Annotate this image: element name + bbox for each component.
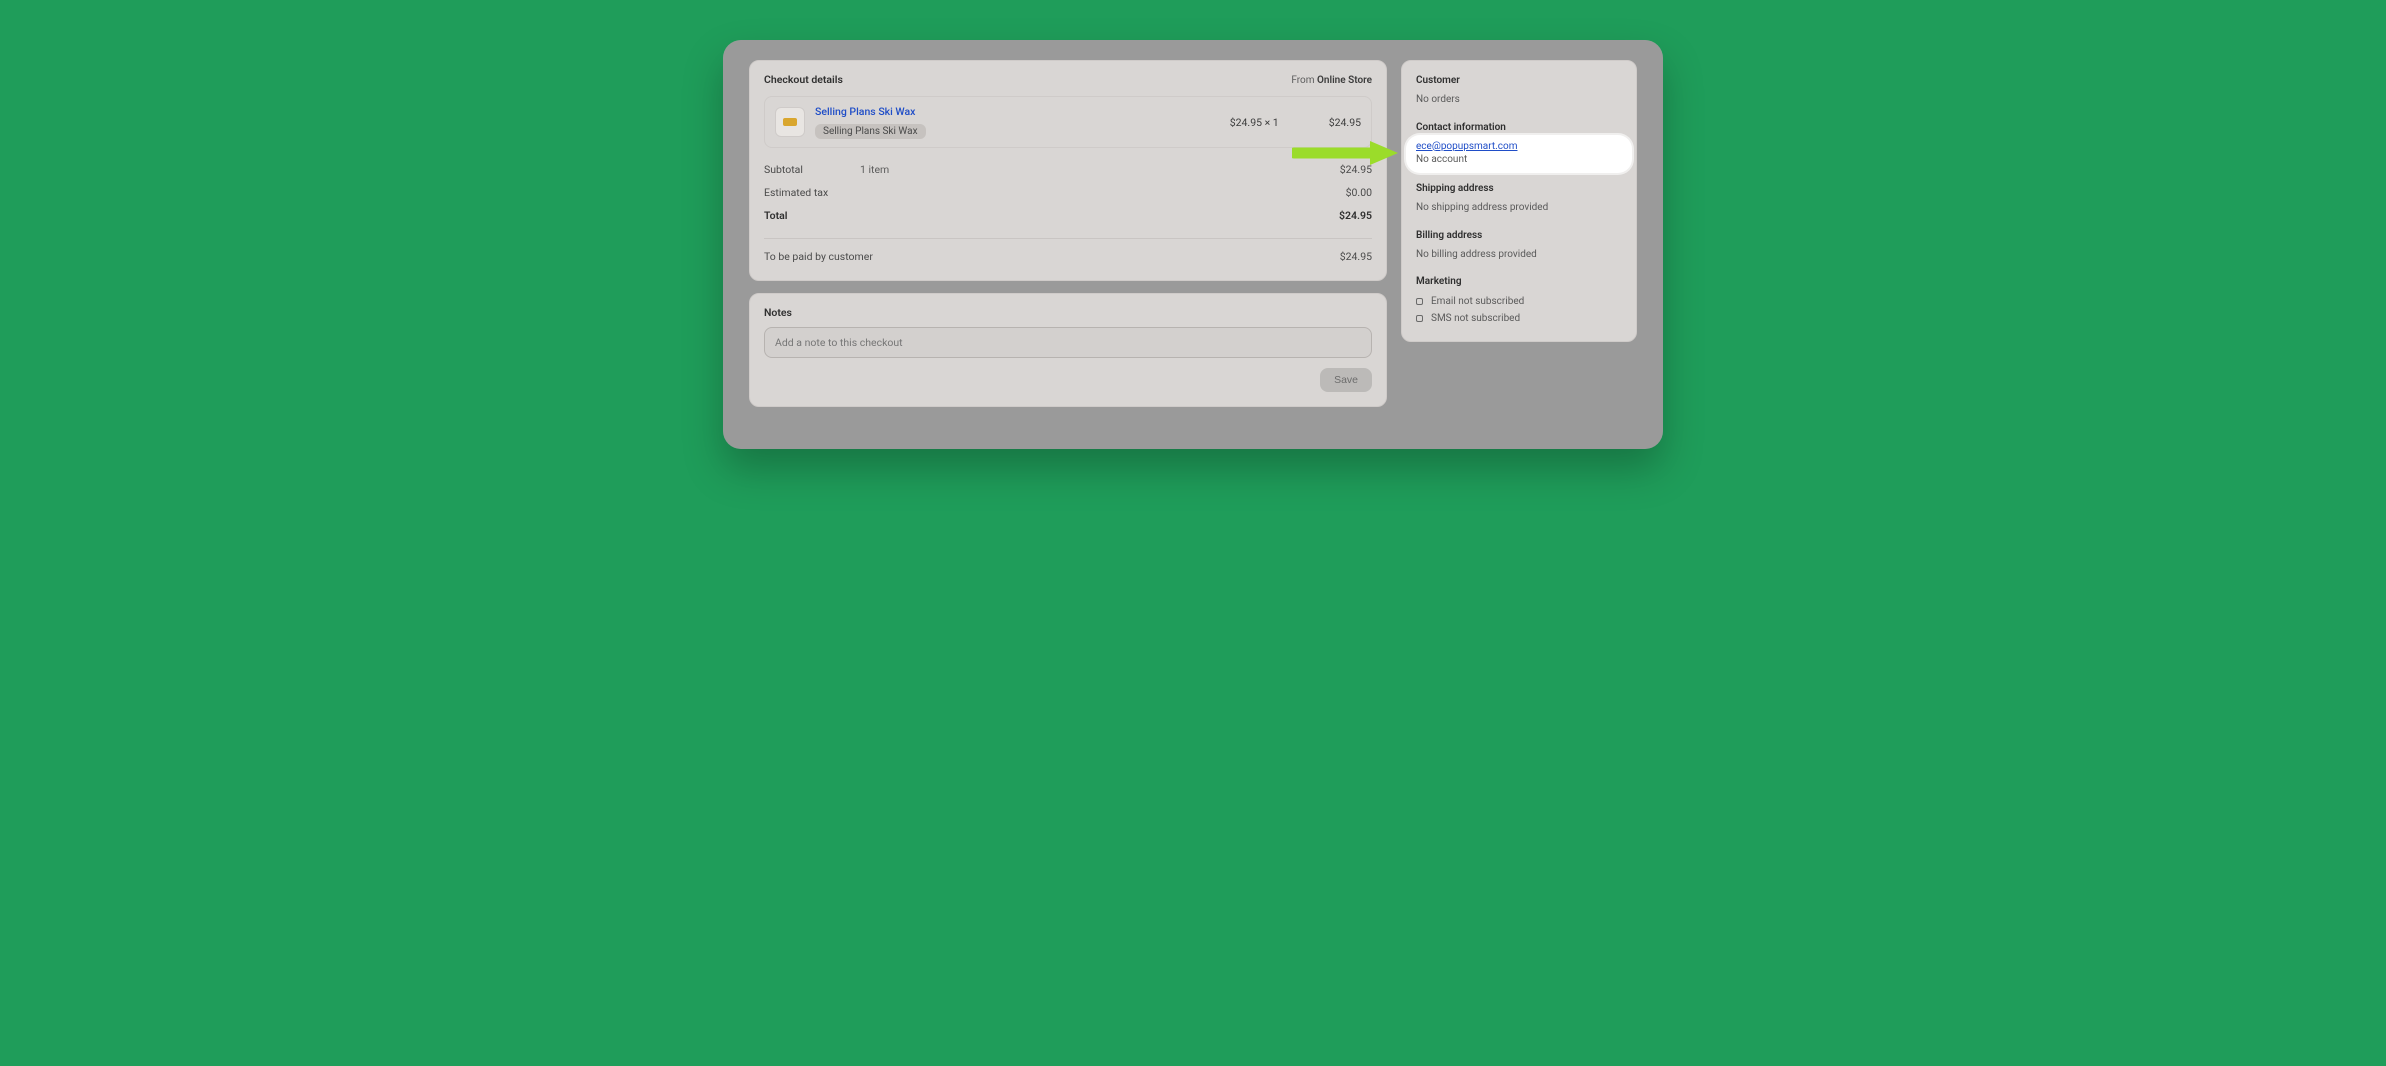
- contact-heading: Contact information: [1416, 122, 1622, 133]
- total-row: Total $24.95: [764, 204, 1372, 234]
- customer-card: Customer No orders Contact information e…: [1401, 60, 1637, 342]
- marketing-heading: Marketing: [1416, 276, 1622, 287]
- customer-orders: No orders: [1416, 92, 1622, 108]
- marketing-sms-text: SMS not subscribed: [1431, 310, 1520, 327]
- marketing-section: Marketing Email not subscribed SMS not s…: [1416, 276, 1622, 327]
- tax-label: Estimated tax: [764, 186, 860, 199]
- checkout-details-title: Checkout details: [764, 73, 843, 86]
- notes-input[interactable]: [764, 327, 1372, 358]
- subtotal-row: Subtotal 1 item $24.95: [764, 158, 1372, 181]
- unit-price: $24.95 × 1: [1230, 116, 1279, 129]
- to-be-paid-row: To be paid by customer $24.95: [764, 245, 1372, 268]
- from-label: From: [1291, 75, 1314, 86]
- wax-icon: [783, 118, 797, 126]
- line-total: $24.95: [1329, 116, 1361, 129]
- total-amount: $24.95: [1339, 209, 1372, 222]
- product-variant-badge: Selling Plans Ski Wax: [815, 124, 926, 139]
- right-column: Customer No orders Contact information e…: [1401, 60, 1637, 354]
- checkout-window: Checkout details From Online Store Selli…: [723, 40, 1663, 449]
- to-be-paid-amount: $24.95: [1340, 250, 1372, 263]
- shipping-section: Shipping address No shipping address pro…: [1416, 183, 1622, 216]
- to-be-paid-label: To be paid by customer: [764, 250, 1340, 263]
- product-row: Selling Plans Ski Wax Selling Plans Ski …: [764, 96, 1372, 148]
- checkout-details-card: Checkout details From Online Store Selli…: [749, 60, 1387, 281]
- customer-section: Customer No orders: [1416, 75, 1622, 108]
- list-item: SMS not subscribed: [1416, 310, 1622, 327]
- total-label: Total: [764, 209, 860, 222]
- product-thumbnail: [775, 107, 805, 137]
- notes-title: Notes: [764, 306, 792, 319]
- left-column: Checkout details From Online Store Selli…: [749, 60, 1387, 419]
- notes-card: Notes Save: [749, 293, 1387, 407]
- shipping-text: No shipping address provided: [1416, 200, 1622, 216]
- customer-heading: Customer: [1416, 75, 1622, 86]
- contact-section: Contact information ece@popupsmart.com N…: [1416, 122, 1622, 174]
- tax-row: Estimated tax $0.00: [764, 181, 1372, 204]
- product-name-link[interactable]: Selling Plans Ski Wax: [815, 105, 915, 118]
- from-source: Online Store: [1317, 75, 1372, 86]
- subtotal-detail: 1 item: [860, 163, 1340, 176]
- marketing-email-text: Email not subscribed: [1431, 293, 1524, 310]
- contact-highlight: ece@popupsmart.com No account: [1406, 135, 1632, 174]
- billing-heading: Billing address: [1416, 230, 1622, 241]
- customer-email[interactable]: ece@popupsmart.com: [1416, 141, 1518, 152]
- tax-amount: $0.00: [1346, 186, 1372, 199]
- account-status: No account: [1416, 154, 1467, 165]
- shipping-heading: Shipping address: [1416, 183, 1622, 194]
- from-line: From Online Store: [1291, 75, 1372, 86]
- annotation-arrow-icon: [1292, 139, 1402, 170]
- checkbox-empty-icon: [1416, 298, 1423, 305]
- list-item: Email not subscribed: [1416, 293, 1622, 310]
- divider: [764, 238, 1372, 239]
- billing-text: No billing address provided: [1416, 247, 1622, 263]
- billing-section: Billing address No billing address provi…: [1416, 230, 1622, 263]
- checkbox-empty-icon: [1416, 315, 1423, 322]
- save-button[interactable]: Save: [1320, 368, 1372, 392]
- subtotal-label: Subtotal: [764, 163, 860, 176]
